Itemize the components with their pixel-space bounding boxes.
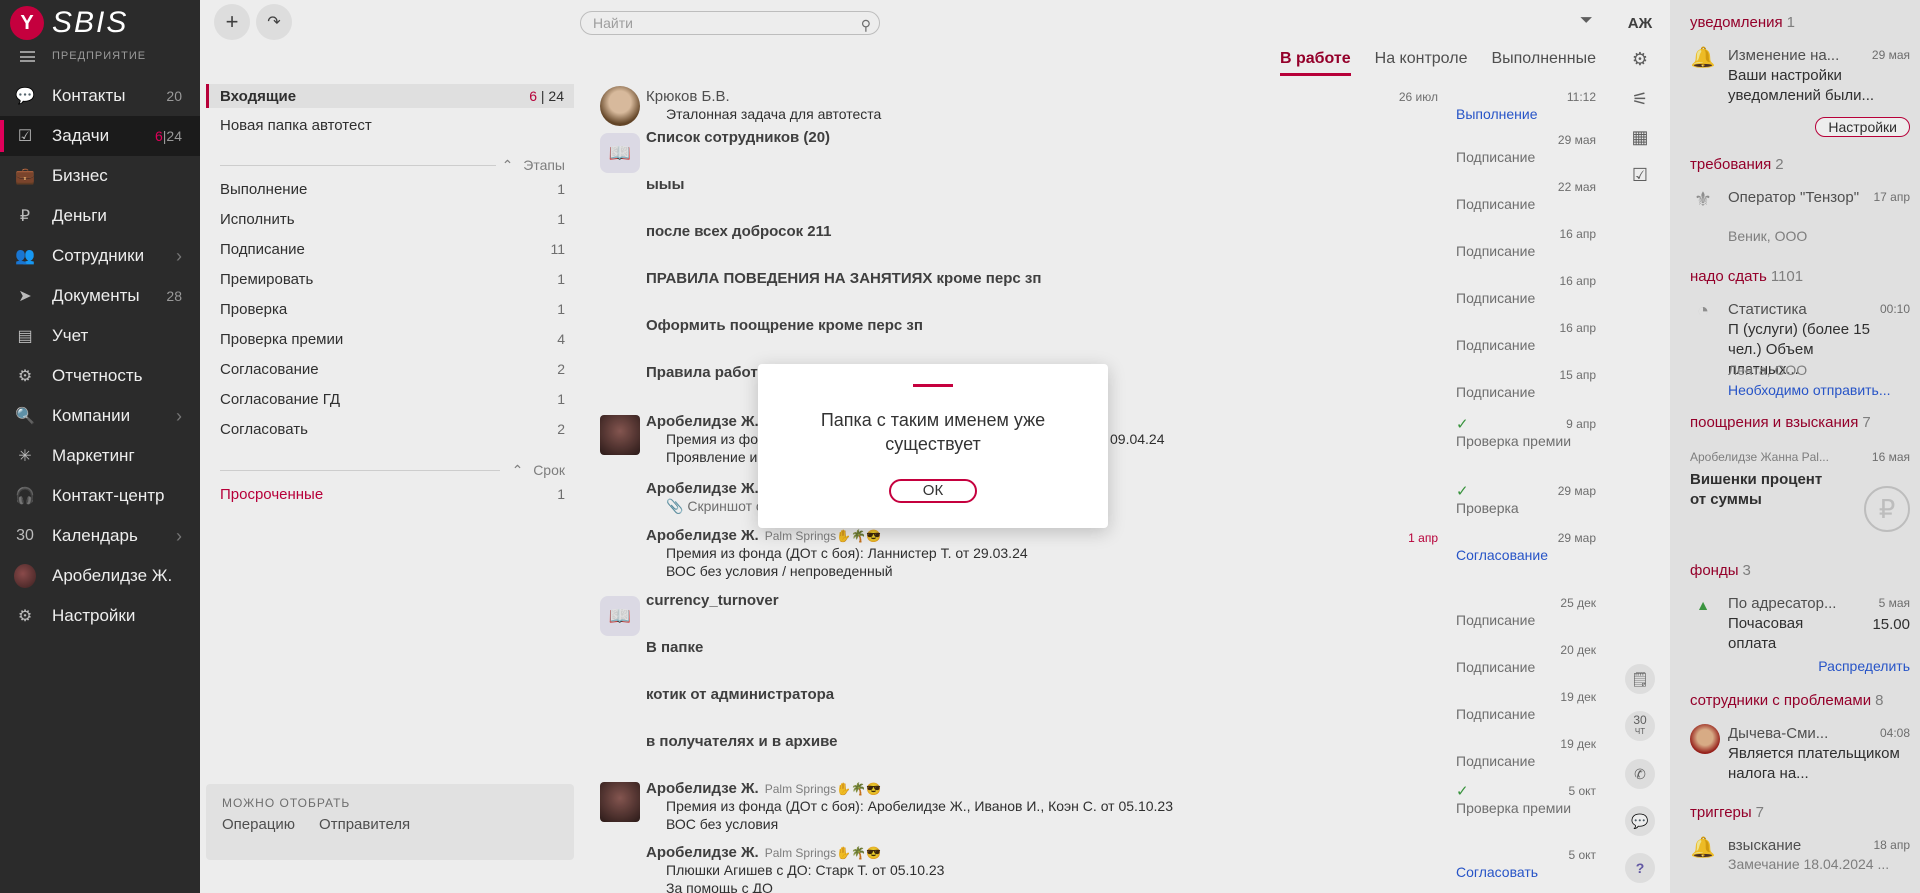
- tasks-icon: ☑: [17, 128, 33, 145]
- ledger-icon: ▤: [17, 328, 33, 345]
- dialog-accent: [913, 384, 953, 387]
- reporting-icon: ⚙: [17, 368, 33, 385]
- logo-word: SBIS: [52, 6, 129, 39]
- send-icon: ➤: [18, 288, 32, 305]
- logo-mark: Y: [10, 6, 44, 40]
- nav-item-settings[interactable]: ⚙ Настройки: [0, 596, 200, 636]
- alert-dialog: Папка с таким именем уже существует ОК: [758, 364, 1108, 528]
- marketing-icon: ✳: [18, 448, 32, 465]
- nav-label: Задачи: [52, 126, 110, 145]
- dialog-message: Папка с таким именем уже существует: [820, 410, 1046, 454]
- main-nav: Y SBIS ПРЕДПРИЯТИЕ 💬 Контакты 20 ☑ Задачи 6|…: [0, 0, 200, 893]
- nav-label: Маркетинг: [52, 446, 135, 465]
- nav-label: Отчетность: [52, 366, 143, 385]
- nav-item-money[interactable]: ₽ Деньги: [0, 196, 200, 236]
- nav-item-tasks[interactable]: ☑ Задачи 6|24: [0, 116, 200, 156]
- nav-item-marketing[interactable]: ✳ Маркетинг: [0, 436, 200, 476]
- nav-item-accounting[interactable]: ▤ Учет: [0, 316, 200, 356]
- nav-item-companies[interactable]: 🔍 Компании ›: [0, 396, 200, 436]
- company-label: ПРЕДПРИЯТИЕ: [52, 50, 147, 62]
- nav-count-total: 24: [166, 128, 182, 144]
- nav-label: Документы: [52, 286, 140, 305]
- nav-label: Бизнес: [52, 166, 108, 185]
- briefcase-icon: 💼: [15, 168, 35, 185]
- chevron-right-icon: ›: [176, 405, 182, 426]
- headset-icon: 🎧: [15, 488, 35, 505]
- nav-label: Контакт-центр: [52, 486, 165, 505]
- ok-button[interactable]: ОК: [889, 479, 977, 503]
- nav-item-calendar[interactable]: 30 Календарь ›: [0, 516, 200, 556]
- money-icon: ₽: [19, 208, 31, 225]
- nav-label: Компании: [52, 406, 131, 425]
- nav-item-reporting[interactable]: ⚙ Отчетность: [0, 356, 200, 396]
- nav-label: Аробелидзе Ж.: [52, 566, 173, 585]
- modal-overlay-right[interactable]: [1670, 0, 1920, 893]
- nav-item-employees[interactable]: 👥 Сотрудники ›: [0, 236, 200, 276]
- nav-count: 6|24: [154, 128, 182, 144]
- nav-count-unread: 6: [154, 128, 163, 144]
- logo[interactable]: Y SBIS: [10, 6, 128, 40]
- nav-label: Настройки: [52, 606, 136, 625]
- chat-icon: 💬: [15, 88, 35, 105]
- companies-icon: 🔍: [15, 408, 35, 425]
- calendar-icon: 30: [16, 527, 34, 544]
- nav-item-business[interactable]: 💼 Бизнес: [0, 156, 200, 196]
- avatar-image: [14, 564, 36, 588]
- nav-label: Календарь: [52, 526, 138, 545]
- nav-label: Учет: [52, 326, 89, 345]
- menu-icon[interactable]: [20, 50, 35, 62]
- company-switcher[interactable]: ПРЕДПРИЯТИЕ: [20, 50, 146, 62]
- nav-item-profile[interactable]: Аробелидзе Ж.: [0, 556, 200, 596]
- nav-label: Деньги: [52, 206, 107, 225]
- avatar: [14, 564, 36, 588]
- gear-icon: ⚙: [17, 608, 33, 625]
- people-icon: 👥: [15, 248, 35, 265]
- nav-item-contact-center[interactable]: 🎧 Контакт-центр: [0, 476, 200, 516]
- nav-count: 20: [166, 88, 182, 104]
- nav-item-contacts[interactable]: 💬 Контакты 20: [0, 76, 200, 116]
- chevron-right-icon: ›: [176, 245, 182, 266]
- nav-label: Сотрудники: [52, 246, 145, 265]
- chevron-right-icon: ›: [176, 525, 182, 546]
- nav-label: Контакты: [52, 86, 126, 105]
- nav-item-documents[interactable]: ➤ Документы 28: [0, 276, 200, 316]
- nav-count: 28: [166, 288, 182, 304]
